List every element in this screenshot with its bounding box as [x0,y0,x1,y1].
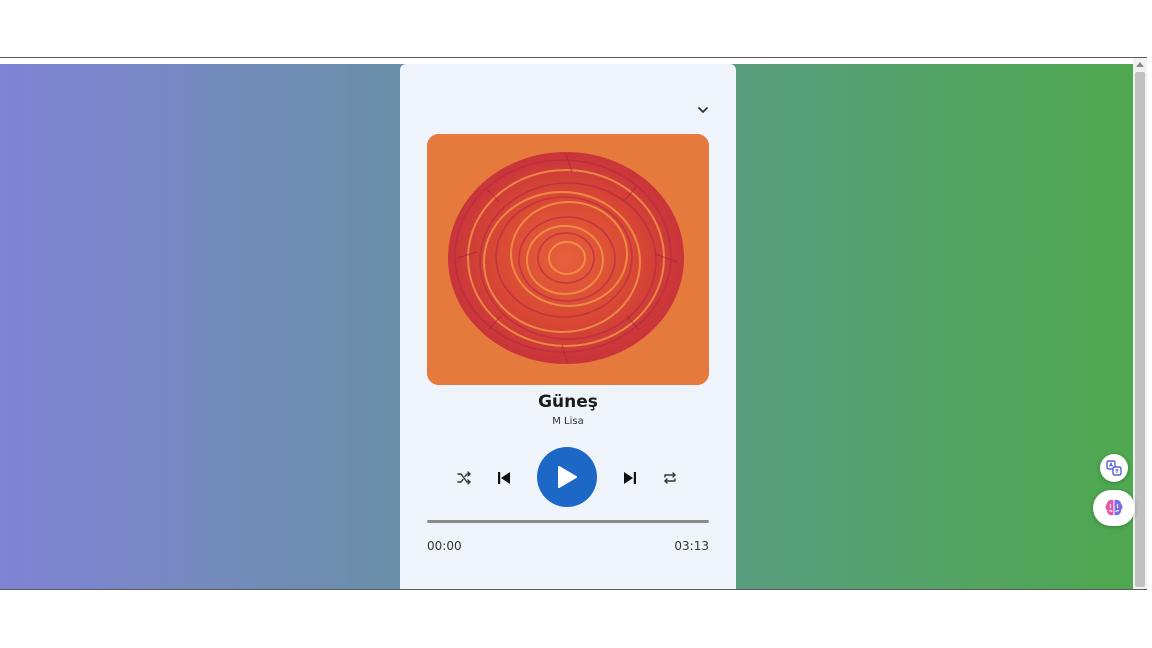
music-player-card: Güneş M Lisa 00:00 03:13 [400,64,736,589]
scroll-up-arrow-icon[interactable] [1136,62,1144,67]
song-title: Güneş [538,392,598,412]
skip-next-icon[interactable] [621,469,639,487]
skip-previous-icon[interactable] [495,469,513,487]
brain-icon[interactable] [1093,490,1135,526]
play-icon [558,466,577,488]
progress-bar[interactable] [427,520,709,523]
shuffle-icon[interactable] [455,469,473,487]
translate-icon[interactable] [1100,454,1128,482]
current-time: 00:00 [427,539,462,553]
album-art [427,134,709,385]
scrollbar[interactable] [1133,58,1147,589]
total-time: 03:13 [674,539,709,553]
browser-viewport: Güneş M Lisa 00:00 03:13 [0,57,1147,590]
scrollbar-thumb[interactable] [1135,72,1145,587]
repeat-icon[interactable] [661,469,679,487]
play-button[interactable] [537,447,597,507]
artist-name: M Lisa [552,416,584,427]
chevron-down-icon[interactable] [696,102,710,116]
